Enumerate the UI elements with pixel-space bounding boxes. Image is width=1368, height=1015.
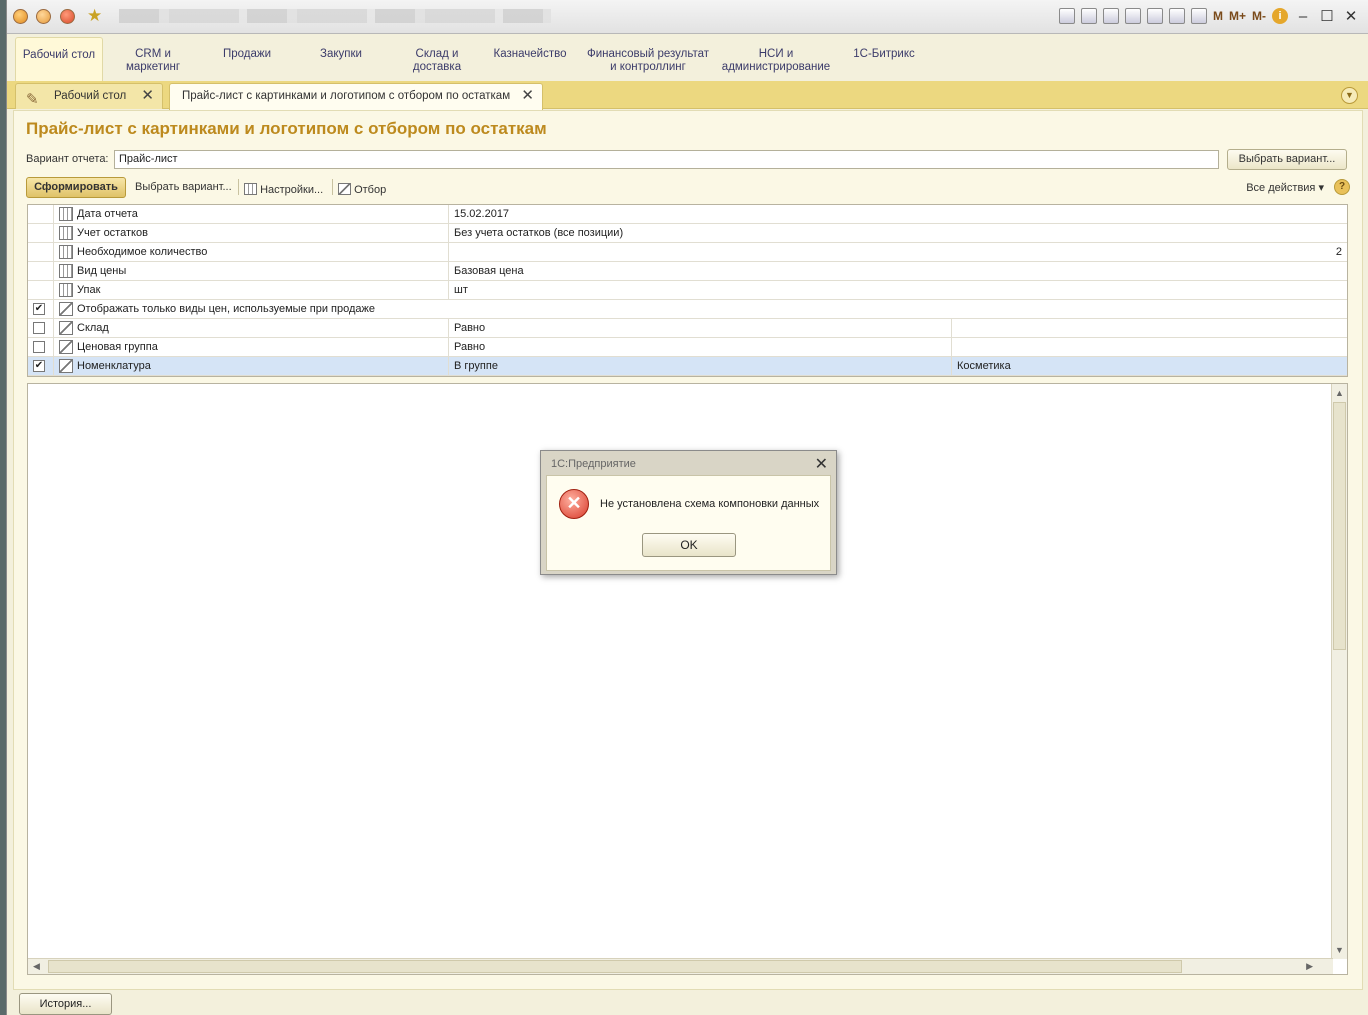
row-checkbox[interactable] — [33, 322, 45, 334]
parameter-icon — [59, 245, 73, 259]
favorites-star-icon[interactable]: ★ — [87, 6, 102, 26]
choose-variant-button[interactable]: Выбрать вариант... — [1227, 149, 1347, 170]
table-row[interactable]: Упак шт — [28, 281, 1347, 300]
info-icon[interactable]: i — [1272, 8, 1288, 24]
scroll-thumb[interactable] — [1333, 402, 1346, 650]
menu-item-treasury[interactable]: Казначейство — [487, 48, 573, 61]
tab-label: Прайс-лист с картинками и логотипом с от… — [182, 90, 511, 102]
vertical-scrollbar[interactable]: ▲ ▼ — [1331, 384, 1347, 959]
menu-item-sales[interactable]: Продажи — [207, 48, 287, 61]
table-row[interactable]: Вид цены Базовая цена — [28, 262, 1347, 281]
row-checkbox[interactable] — [33, 341, 45, 353]
tab-strip: ✎ Рабочий стол ✕ Прайс-лист с картинками… — [7, 81, 1368, 111]
menu-item-financial[interactable]: Финансовый результат и контроллинг — [583, 48, 713, 74]
table-row[interactable]: ✔ Номенклатура В группе Косметика — [28, 357, 1347, 376]
row-checkbox[interactable]: ✔ — [33, 303, 45, 315]
all-actions-menu[interactable]: Все действия ▾ — [1246, 181, 1324, 194]
horizontal-scrollbar[interactable]: ◀ ▶ — [28, 958, 1333, 974]
variant-field[interactable]: Прайс-лист — [114, 150, 1219, 169]
minimize-icon[interactable]: ‒ — [1294, 8, 1312, 25]
chevron-down-icon[interactable]: ▼ — [1341, 87, 1358, 104]
menu-item-crm[interactable]: CRM и маркетинг — [111, 48, 195, 74]
preview-icon[interactable] — [1102, 8, 1119, 24]
scroll-right-icon[interactable]: ▶ — [1306, 961, 1313, 972]
calendar-icon[interactable] — [1190, 8, 1207, 24]
tab-desktop[interactable]: ✎ Рабочий стол ✕ — [15, 83, 163, 109]
table-row[interactable]: Учет остатков Без учета остатков (все по… — [28, 224, 1347, 243]
help-icon[interactable]: ? — [1334, 179, 1350, 195]
ok-button[interactable]: OK — [642, 533, 736, 557]
toolbar-divider — [332, 179, 333, 195]
link-icon[interactable] — [1146, 8, 1163, 24]
parameter-icon — [59, 226, 73, 240]
filter-icon — [59, 302, 73, 316]
error-message: Не установлена схема компоновки данных — [600, 498, 820, 510]
tab-label: Рабочий стол — [54, 90, 127, 102]
scroll-thumb[interactable] — [48, 960, 1182, 973]
menu-item-purchases[interactable]: Закупки — [301, 48, 381, 61]
desktop-icon: ✎ — [26, 91, 39, 108]
parameter-icon — [59, 207, 73, 221]
error-icon: ✕ — [559, 489, 589, 519]
scroll-down-icon[interactable]: ▼ — [1335, 945, 1344, 955]
title-toolbar: M M+ M- i ‒ ☐ ✕ — [1058, 7, 1360, 25]
favorites-add-icon[interactable] — [1124, 8, 1141, 24]
filter-icon — [59, 340, 73, 354]
table-row[interactable]: Склад Равно — [28, 319, 1347, 338]
table-row[interactable]: Необходимое количество 2 — [28, 243, 1347, 262]
menu-item-warehouse[interactable]: Склад и доставка — [397, 48, 477, 74]
menu-item-nsi[interactable]: НСИ и администрирование — [721, 48, 831, 74]
page-title: Прайс-лист с картинками и логотипом с от… — [26, 119, 547, 138]
table-row[interactable]: Дата отчета 15.02.2017 — [28, 205, 1347, 224]
dialog-title: 1С:Предприятие — [551, 458, 636, 470]
chevron-down-icon: ▾ — [1318, 182, 1324, 194]
calculator-icon[interactable] — [1168, 8, 1185, 24]
row-checkbox[interactable]: ✔ — [33, 360, 45, 372]
dropdown-menu-icon[interactable] — [36, 9, 51, 24]
maximize-icon[interactable]: ☐ — [1318, 7, 1336, 25]
menu-item-desktop[interactable]: Рабочий стол — [15, 37, 103, 82]
memory-m-button[interactable]: M — [1213, 9, 1223, 23]
filter-label: Отбор — [354, 184, 387, 196]
parameter-icon — [59, 264, 73, 278]
close-icon[interactable]: ✕ — [815, 454, 828, 474]
variant-label: Вариант отчета: — [26, 153, 109, 165]
history-back-icon[interactable] — [60, 9, 75, 24]
settings-icon — [244, 183, 257, 195]
parameter-icon — [59, 283, 73, 297]
scroll-up-icon[interactable]: ▲ — [1335, 388, 1344, 398]
history-button[interactable]: История... — [19, 993, 112, 1015]
table-row[interactable]: ✔ Отображать только виды цен, используем… — [28, 300, 1347, 319]
title-bar: ★ M M+ M- i ‒ ☐ ✕ — [7, 0, 1368, 34]
filter-button[interactable]: Отбор — [338, 181, 386, 196]
dialog-body: ✕ Не установлена схема компоновки данных… — [546, 475, 831, 571]
toolbar-divider — [238, 179, 239, 195]
app-menu-icon[interactable] — [13, 9, 28, 24]
filter-icon — [59, 359, 73, 373]
print-icon[interactable] — [1080, 8, 1097, 24]
memory-mminus-button[interactable]: M- — [1252, 9, 1266, 23]
close-icon[interactable]: ✕ — [521, 84, 534, 108]
choose-variant-link[interactable]: Выбрать вариант... — [135, 181, 232, 193]
main-menu: Рабочий стол CRM и маркетинг Продажи Зак… — [7, 34, 1368, 82]
all-actions-label: Все действия — [1246, 182, 1316, 194]
save-icon[interactable] — [1058, 8, 1075, 24]
scroll-left-icon[interactable]: ◀ — [33, 961, 40, 972]
close-icon[interactable]: ✕ — [141, 84, 154, 108]
filter-icon — [338, 183, 351, 195]
tab-price-list[interactable]: Прайс-лист с картинками и логотипом с от… — [169, 83, 543, 111]
close-window-icon[interactable]: ✕ — [1342, 7, 1360, 25]
settings-button[interactable]: Настройки... — [244, 181, 323, 196]
filter-icon — [59, 321, 73, 335]
menu-item-bitrix[interactable]: 1С-Битрикс — [847, 48, 921, 61]
settings-table: Дата отчета 15.02.2017 Учет остатков Без… — [27, 204, 1348, 377]
window-title-blurred — [119, 9, 551, 23]
settings-label: Настройки... — [260, 184, 324, 196]
generate-button[interactable]: Сформировать — [26, 177, 126, 198]
memory-mplus-button[interactable]: M+ — [1229, 9, 1246, 23]
error-dialog: 1С:Предприятие ✕ ✕ Не установлена схема … — [540, 450, 837, 575]
table-row[interactable]: Ценовая группа Равно — [28, 338, 1347, 357]
